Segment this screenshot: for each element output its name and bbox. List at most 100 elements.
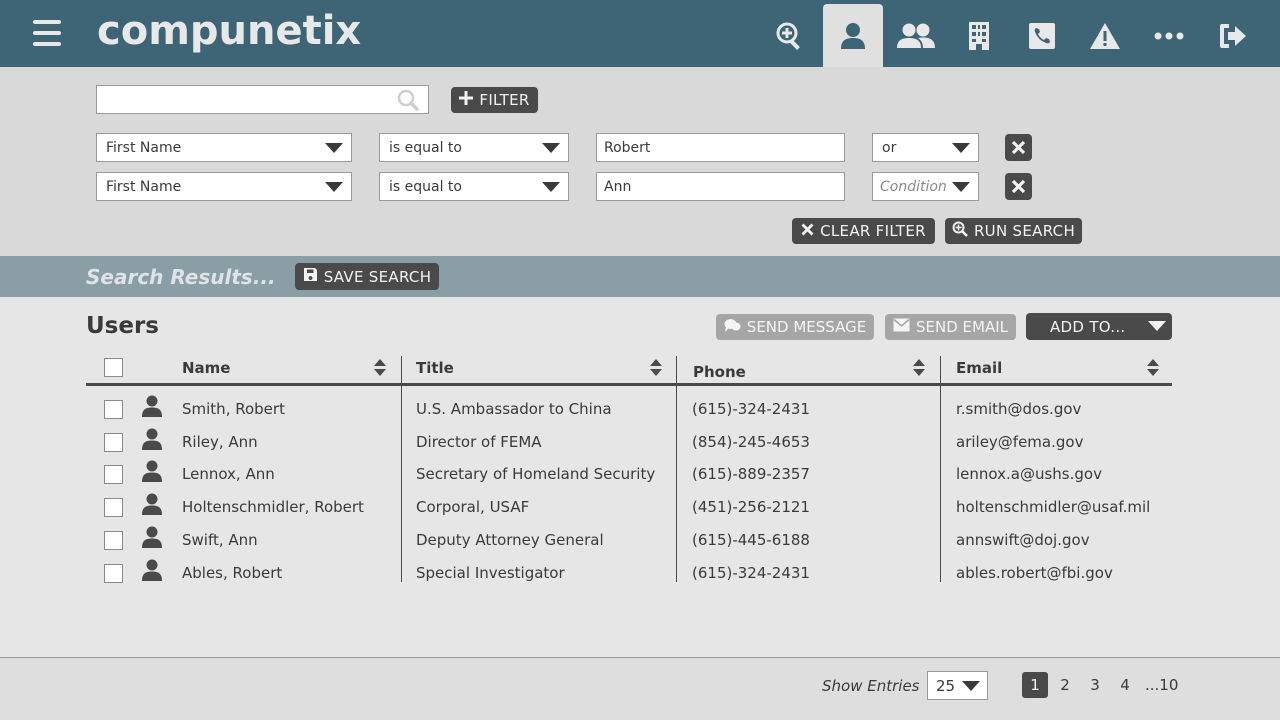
page-last-link[interactable]: ...10 <box>1145 672 1178 698</box>
column-divider <box>676 356 677 582</box>
user-phone-cell: (615)-324-2431 <box>692 400 810 418</box>
user-nav-icon[interactable] <box>823 4 883 67</box>
filter-operator-select-1[interactable]: is equal to <box>379 133 569 162</box>
sort-title-icon[interactable] <box>650 359 662 377</box>
users-section-title: Users <box>86 313 159 339</box>
table-header-divider <box>86 383 1172 386</box>
save-icon <box>303 267 318 286</box>
filter-condition-select-1[interactable]: or <box>872 133 979 162</box>
user-icon <box>142 493 162 519</box>
chevron-down-icon <box>542 143 560 153</box>
user-phone-cell: (615)-445-6188 <box>692 531 810 549</box>
filter-field-select-1[interactable]: First Name <box>96 133 352 162</box>
chevron-down-icon <box>325 182 343 192</box>
user-title-cell: U.S. Ambassador to China <box>416 400 612 418</box>
chevron-down-icon <box>1148 321 1166 331</box>
entries-per-page-select[interactable]: 25 <box>927 671 988 700</box>
save-search-button[interactable]: SAVE SEARCH <box>295 263 439 290</box>
phone-nav-icon[interactable] <box>1012 4 1072 67</box>
user-name-cell: Holtenschmidler, Robert <box>182 498 364 516</box>
remove-filter-row-button-1[interactable] <box>1005 134 1032 161</box>
filter-field-select-2[interactable]: First Name <box>96 172 352 201</box>
search-results-title: Search Results... <box>86 265 276 289</box>
user-name-cell: Smith, Robert <box>182 400 285 418</box>
user-email-cell: ables.robert@fbi.gov <box>956 564 1113 582</box>
send-message-button[interactable]: SEND MESSAGE <box>716 314 874 340</box>
more-nav-icon[interactable] <box>1139 4 1199 67</box>
chevron-down-icon <box>325 143 343 153</box>
sort-name-icon[interactable] <box>374 359 386 377</box>
app-logo: compunetix <box>97 8 362 54</box>
menu-icon[interactable] <box>33 20 61 46</box>
filter-value-field-1[interactable]: Robert <box>596 133 845 162</box>
filter-value-field-2[interactable]: Ann <box>596 172 845 201</box>
page-1-link[interactable]: 1 <box>1022 672 1048 698</box>
column-header-email[interactable]: Email <box>956 359 1002 377</box>
row-checkbox[interactable] <box>104 498 123 517</box>
user-title-cell: Special Investigator <box>416 564 565 582</box>
close-icon <box>801 222 814 240</box>
chevron-down-icon <box>542 182 560 192</box>
close-icon <box>1011 140 1026 155</box>
user-email-cell: ariley@fema.gov <box>956 433 1084 451</box>
page-4-link[interactable]: 4 <box>1112 672 1138 698</box>
zoom-in-icon <box>952 221 968 241</box>
user-name-cell: Riley, Ann <box>182 433 258 451</box>
clear-filter-button[interactable]: CLEAR FILTER <box>792 218 935 244</box>
user-icon <box>142 395 162 421</box>
user-phone-cell: (615)-889-2357 <box>692 465 810 483</box>
user-title-cell: Secretary of Homeland Security <box>416 465 656 483</box>
column-header-title[interactable]: Title <box>416 359 454 377</box>
user-email-cell: r.smith@dos.gov <box>956 400 1082 418</box>
search-user-nav-icon[interactable] <box>760 4 820 67</box>
column-divider <box>401 356 402 582</box>
row-checkbox[interactable] <box>104 564 123 583</box>
user-name-cell: Lennox, Ann <box>182 465 275 483</box>
close-icon <box>1011 179 1026 194</box>
building-nav-icon[interactable] <box>949 4 1009 67</box>
search-input[interactable] <box>97 86 387 113</box>
user-icon <box>142 428 162 454</box>
user-icon <box>142 526 162 552</box>
filter-button[interactable]: FILTER <box>451 87 538 113</box>
search-field[interactable] <box>96 85 429 114</box>
alert-nav-icon[interactable] <box>1075 4 1135 67</box>
row-checkbox[interactable] <box>104 531 123 550</box>
envelope-icon <box>893 318 910 336</box>
column-header-phone[interactable]: Phone <box>693 363 746 381</box>
logout-nav-icon[interactable] <box>1203 4 1263 67</box>
users-group-nav-icon[interactable] <box>886 4 946 67</box>
user-phone-cell: (615)-324-2431 <box>692 564 810 582</box>
user-email-cell: holtenschmidler@usaf.mil <box>956 498 1151 516</box>
send-email-button[interactable]: SEND EMAIL <box>885 314 1016 340</box>
plus-icon <box>459 91 474 109</box>
search-icon <box>397 89 419 115</box>
chevron-down-icon <box>952 182 970 192</box>
row-checkbox[interactable] <box>104 465 123 484</box>
user-phone-cell: (854)-245-4653 <box>692 433 810 451</box>
select-all-checkbox[interactable] <box>104 358 123 377</box>
user-name-cell: Ables, Robert <box>182 564 283 582</box>
add-to-dropdown[interactable]: ADD TO... <box>1026 313 1172 340</box>
chat-icon <box>724 318 741 337</box>
user-icon <box>142 559 162 585</box>
search-results-bar: Search Results... SAVE SEARCH <box>0 256 1280 297</box>
chevron-down-icon <box>952 143 970 153</box>
filter-condition-select-2[interactable]: Condition <box>872 172 979 201</box>
remove-filter-row-button-2[interactable] <box>1005 173 1032 200</box>
page-3-link[interactable]: 3 <box>1082 672 1108 698</box>
row-checkbox[interactable] <box>104 433 123 452</box>
user-name-cell: Swift, Ann <box>182 531 258 549</box>
column-header-name[interactable]: Name <box>182 359 230 377</box>
column-divider <box>940 356 941 582</box>
sort-email-icon[interactable] <box>1147 359 1159 377</box>
user-email-cell: annswift@doj.gov <box>956 531 1090 549</box>
page-2-link[interactable]: 2 <box>1052 672 1078 698</box>
sort-phone-icon[interactable] <box>913 359 925 377</box>
row-checkbox[interactable] <box>104 400 123 419</box>
filter-panel: FILTER First Name is equal to Robert or … <box>0 67 1280 256</box>
user-icon <box>142 460 162 486</box>
filter-operator-select-2[interactable]: is equal to <box>379 172 569 201</box>
chevron-down-icon <box>962 681 980 691</box>
run-search-button[interactable]: RUN SEARCH <box>945 218 1082 244</box>
